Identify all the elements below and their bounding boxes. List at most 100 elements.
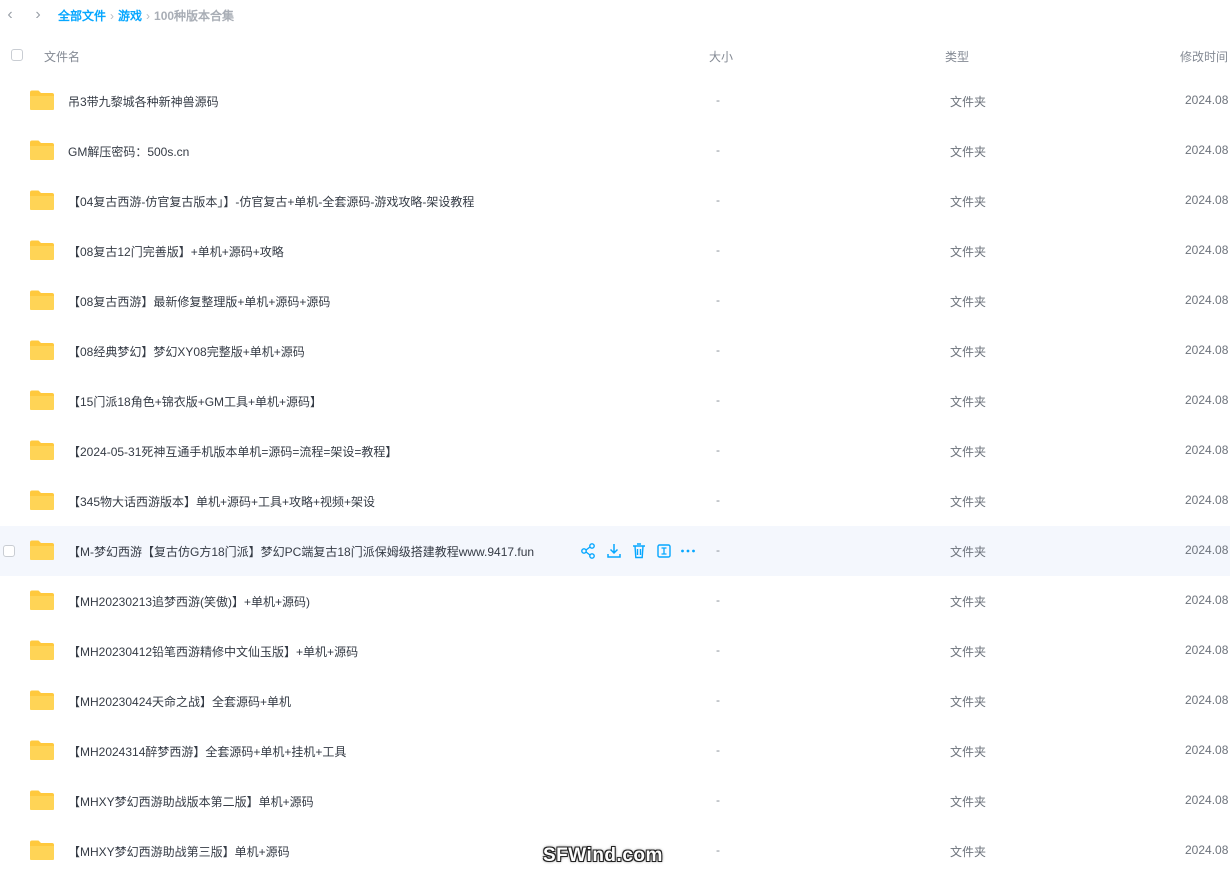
file-type: 文件夹 — [950, 195, 987, 209]
file-row[interactable]: 【08经典梦幻】梦幻XY08完整版+单机+源码 - 文件夹 2024.08 — [0, 326, 1230, 376]
file-type: 文件夹 — [950, 645, 987, 659]
file-name[interactable]: 【2024-05-31死神互通手机版本单机=源码=流程=架设=教程】 — [68, 443, 397, 460]
file-row[interactable]: 吊3带九黎城各种新神兽源码 - 文件夹 2024.08 — [0, 76, 1230, 126]
file-type: 文件夹 — [950, 445, 987, 459]
folder-icon — [30, 440, 54, 460]
file-name[interactable]: 【MH20230213追梦西游(笑傲)】+单机+源码) — [68, 593, 310, 610]
file-modified: 2024.08 — [1185, 343, 1229, 357]
breadcrumb-separator-icon: › — [146, 9, 151, 23]
file-type: 文件夹 — [950, 295, 987, 309]
file-size: - — [716, 693, 720, 707]
file-type: 文件夹 — [950, 845, 987, 859]
file-row[interactable]: 【2024-05-31死神互通手机版本单机=源码=流程=架设=教程】 - 文件夹… — [0, 426, 1230, 476]
file-size: - — [716, 743, 720, 757]
file-row[interactable]: 【MH20230213追梦西游(笑傲)】+单机+源码) - 文件夹 2024.0… — [0, 576, 1230, 626]
file-size: - — [716, 343, 720, 357]
file-name[interactable]: 【08复古12门完善版】+单机+源码+攻略 — [68, 243, 284, 260]
file-modified: 2024.08 — [1185, 693, 1229, 707]
folder-icon — [30, 690, 54, 710]
select-all-checkbox[interactable] — [11, 49, 23, 61]
file-modified: 2024.08 — [1185, 643, 1229, 657]
file-name[interactable]: 【08复古西游】最新修复整理版+单机+源码+源码 — [68, 293, 330, 310]
folder-icon — [30, 640, 54, 660]
file-type: 文件夹 — [950, 545, 987, 559]
column-type[interactable]: 类型 — [945, 48, 969, 65]
file-size: - — [716, 93, 720, 107]
folder-icon — [30, 540, 54, 560]
top-bar: ‹ › 全部文件 › 游戏 › 100种版本合集 — [0, 0, 1230, 30]
file-row[interactable]: 【MH2024314醉梦西游】全套源码+单机+挂机+工具 - 文件夹 2024.… — [0, 726, 1230, 776]
file-type: 文件夹 — [950, 795, 987, 809]
file-size: - — [716, 593, 720, 607]
file-size: - — [716, 793, 720, 807]
file-size: - — [716, 193, 720, 207]
file-name[interactable]: 【MHXY梦幻西游助战版本第二版】单机+源码 — [68, 793, 314, 810]
file-modified: 2024.08 — [1185, 743, 1229, 757]
file-row[interactable]: GM解压密码：500s.cn - 文件夹 2024.08 — [0, 126, 1230, 176]
breadcrumb-current: 100种版本合集 — [154, 9, 235, 23]
delete-icon[interactable] — [630, 542, 648, 560]
file-size: - — [716, 543, 720, 557]
file-modified: 2024.08 — [1185, 443, 1229, 457]
folder-icon — [30, 490, 54, 510]
rename-icon[interactable] — [655, 542, 673, 560]
folder-icon — [30, 390, 54, 410]
file-name[interactable]: 【MH20230424天命之战】全套源码+单机 — [68, 693, 291, 710]
file-name[interactable]: 【15门派18角色+锦衣版+GM工具+单机+源码】 — [68, 393, 322, 410]
file-size: - — [716, 443, 720, 457]
column-name[interactable]: 文件名 — [44, 48, 80, 65]
file-row[interactable]: 【15门派18角色+锦衣版+GM工具+单机+源码】 - 文件夹 2024.08 — [0, 376, 1230, 426]
row-checkbox[interactable] — [3, 545, 15, 557]
file-size: - — [716, 293, 720, 307]
file-row[interactable]: 【MHXY梦幻西游助战版本第二版】单机+源码 - 文件夹 2024.08 — [0, 776, 1230, 826]
file-name[interactable]: 【M-梦幻西游【复古仿G方18门派】梦幻PC端复古18门派保姆级搭建教程www.… — [68, 543, 534, 560]
file-row[interactable]: 【345物大话西游版本】单机+源码+工具+攻略+视频+架设 - 文件夹 2024… — [0, 476, 1230, 526]
share-icon[interactable] — [579, 542, 597, 560]
file-name[interactable]: 【MH20230412铅笔西游精修中文仙玉版】+单机+源码 — [68, 643, 358, 660]
forward-icon[interactable]: › — [29, 5, 47, 25]
file-modified: 2024.08 — [1185, 93, 1229, 107]
breadcrumb-all-files[interactable]: 全部文件 — [58, 9, 106, 23]
file-type: 文件夹 — [950, 95, 987, 109]
folder-icon — [30, 590, 54, 610]
back-icon[interactable]: ‹ — [1, 5, 19, 25]
folder-icon — [30, 190, 54, 210]
file-type: 文件夹 — [950, 145, 987, 159]
file-row[interactable]: 【08复古12门完善版】+单机+源码+攻略 - 文件夹 2024.08 — [0, 226, 1230, 276]
file-type: 文件夹 — [950, 495, 987, 509]
file-name[interactable]: 【MH2024314醉梦西游】全套源码+单机+挂机+工具 — [68, 743, 346, 760]
file-type: 文件夹 — [950, 595, 987, 609]
file-name[interactable]: 【08经典梦幻】梦幻XY08完整版+单机+源码 — [68, 343, 305, 360]
folder-icon — [30, 290, 54, 310]
folder-icon — [30, 140, 54, 160]
file-row[interactable]: 【MH20230412铅笔西游精修中文仙玉版】+单机+源码 - 文件夹 2024… — [0, 626, 1230, 676]
file-modified: 2024.08 — [1185, 593, 1229, 607]
file-name[interactable]: 吊3带九黎城各种新神兽源码 — [68, 93, 219, 110]
file-row[interactable]: 【M-梦幻西游【复古仿G方18门派】梦幻PC端复古18门派保姆级搭建教程www.… — [0, 526, 1230, 576]
download-icon[interactable] — [605, 542, 623, 560]
file-name[interactable]: 【345物大话西游版本】单机+源码+工具+攻略+视频+架设 — [68, 493, 375, 510]
file-type: 文件夹 — [950, 745, 987, 759]
file-row[interactable]: 【08复古西游】最新修复整理版+单机+源码+源码 - 文件夹 2024.08 — [0, 276, 1230, 326]
file-size: - — [716, 843, 720, 857]
folder-icon — [30, 840, 54, 860]
file-name[interactable]: GM解压密码：500s.cn — [68, 143, 189, 160]
file-modified: 2024.08 — [1185, 793, 1229, 807]
watermark: SFWind.com — [543, 845, 663, 866]
file-name[interactable]: 【MHXY梦幻西游助战第三版】单机+源码 — [68, 843, 290, 860]
folder-icon — [30, 340, 54, 360]
file-row[interactable]: 【04复古西游-仿官复古版本」】-仿官复古+单机-全套源码-游戏攻略-架设教程 … — [0, 176, 1230, 226]
column-size[interactable]: 大小 — [709, 48, 733, 65]
file-row[interactable]: 【MH20230424天命之战】全套源码+单机 - 文件夹 2024.08 — [0, 676, 1230, 726]
file-modified: 2024.08 — [1185, 143, 1229, 157]
breadcrumb-games[interactable]: 游戏 — [118, 9, 142, 23]
file-list-header: 文件名 大小 类型 修改时间 — [0, 41, 1230, 71]
column-modified[interactable]: 修改时间 — [1180, 48, 1228, 65]
file-size: - — [716, 243, 720, 257]
folder-icon — [30, 790, 54, 810]
file-modified: 2024.08 — [1185, 193, 1229, 207]
file-type: 文件夹 — [950, 395, 987, 409]
more-icon[interactable] — [679, 542, 697, 560]
folder-icon — [30, 740, 54, 760]
file-name[interactable]: 【04复古西游-仿官复古版本」】-仿官复古+单机-全套源码-游戏攻略-架设教程 — [68, 193, 474, 210]
